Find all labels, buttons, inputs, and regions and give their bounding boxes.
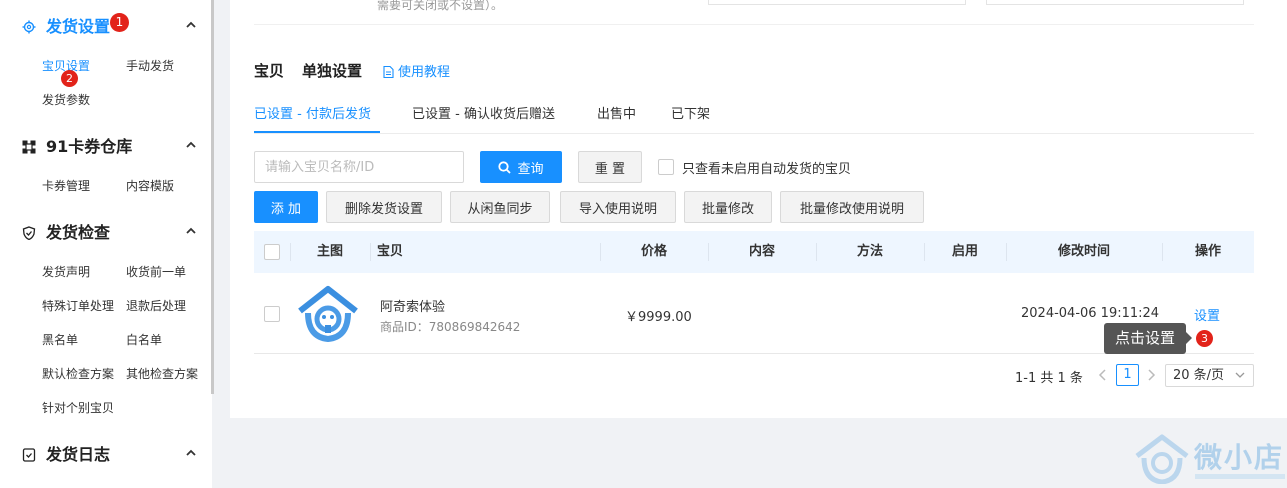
sidebar-item-card-management[interactable]: 卡券管理 <box>42 178 90 194</box>
column-header-actions: 操作 <box>1194 244 1221 259</box>
chevron-right-icon[interactable] <box>1145 368 1157 382</box>
sidebar-item-delivery-params[interactable]: 发货参数 <box>42 92 90 108</box>
step-badge: 2 <box>61 70 78 87</box>
page-title: 单独设置 <box>302 62 363 80</box>
page-title-item: 宝贝 <box>254 62 285 80</box>
column-header-method: 方法 <box>856 244 883 259</box>
tooltip: 点击设置 <box>1104 323 1186 354</box>
sidebar-section-card-warehouse[interactable]: 91卡券仓库 <box>22 136 197 158</box>
sidebar-item-per-item[interactable]: 针对个别宝贝 <box>42 400 114 416</box>
sidebar-item-post-refund[interactable]: 退款后处理 <box>126 298 186 314</box>
tooltip-arrow <box>1186 332 1192 344</box>
sidebar-section-title: 发货日志 <box>46 445 111 464</box>
tab-paid-delivery[interactable]: 已设置 - 付款后发货 <box>254 103 371 122</box>
tab-confirm-receipt-gift[interactable]: 已设置 - 确认收货后赠送 <box>412 103 555 122</box>
item-id: 商品ID：780869842642 <box>380 320 521 334</box>
shield-icon <box>22 226 36 240</box>
chevron-up-icon[interactable] <box>185 19 197 31</box>
column-header-image: 主图 <box>316 244 343 259</box>
divider <box>254 24 1254 25</box>
sidebar-section-title: 发货设置 <box>46 17 111 36</box>
watermark-logo <box>1135 434 1189 484</box>
sidebar-section-delivery-check[interactable]: 发货检查 <box>22 222 197 244</box>
log-icon <box>22 448 36 462</box>
query-button[interactable]: 查询 <box>480 151 562 183</box>
column-header-item: 宝贝 <box>376 244 403 259</box>
select-all-checkbox[interactable] <box>264 244 280 260</box>
sidebar-item-special-orders[interactable]: 特殊订单处理 <box>42 298 114 314</box>
tab-on-sale[interactable]: 出售中 <box>597 103 636 122</box>
watermark-text: 微小店 <box>1194 441 1285 474</box>
grid-icon <box>22 140 36 154</box>
item-name[interactable]: 阿奇索体验 <box>380 296 445 315</box>
table-header: 主图 宝贝 价格 内容 方法 启用 修改时间 操作 <box>254 231 1254 273</box>
chevron-up-icon[interactable] <box>185 447 197 459</box>
sidebar-item-default-check[interactable]: 默认检查方案 <box>42 366 114 382</box>
sidebar: 发货设置 1 宝贝设置 2 手动发货 发货参数 91卡券仓库 卡券管理 内容模版… <box>0 0 212 488</box>
tabs-divider <box>254 133 1254 134</box>
sidebar-item-whitelist[interactable]: 白名单 <box>126 332 162 348</box>
sidebar-section-title: 发货检查 <box>46 223 111 242</box>
sidebar-section-delivery-log[interactable]: 发货日志 <box>22 444 197 466</box>
tutorial-label: 使用教程 <box>398 65 451 80</box>
chevron-up-icon[interactable] <box>185 225 197 237</box>
column-header-content: 内容 <box>748 244 775 259</box>
top-field-left[interactable] <box>708 0 966 5</box>
add-button[interactable]: 添 加 <box>254 191 318 223</box>
sidebar-item-manual-delivery[interactable]: 手动发货 <box>126 58 174 74</box>
tutorial-link[interactable]: 使用教程 <box>383 61 450 80</box>
top-field-right[interactable] <box>986 0 1244 5</box>
step-badge: 3 <box>1196 330 1213 347</box>
sidebar-item-pre-receipt-order[interactable]: 收货前一单 <box>126 264 186 280</box>
gear-icon <box>22 20 36 34</box>
search-icon <box>498 160 512 174</box>
filter-label: 只查看未启用自动发货的宝贝 <box>682 162 852 177</box>
chevron-down-icon <box>1235 372 1245 378</box>
product-thumbnail <box>298 286 358 343</box>
reset-button[interactable]: 重 置 <box>578 151 642 183</box>
tab-off-shelf[interactable]: 已下架 <box>671 103 710 122</box>
query-label: 查询 <box>517 161 544 177</box>
chevron-left-icon[interactable] <box>1097 368 1109 382</box>
document-icon <box>383 65 394 79</box>
page-size-select[interactable]: 20 条/页 <box>1165 364 1254 387</box>
page-button-current[interactable]: 1 <box>1116 364 1139 386</box>
notification-badge: 1 <box>110 13 129 32</box>
settings-link[interactable]: 设置 <box>1194 305 1220 324</box>
column-header-modified: 修改时间 <box>1057 244 1110 259</box>
delete-settings-button[interactable]: 删除发货设置 <box>326 191 442 223</box>
sidebar-item-content-template[interactable]: 内容模版 <box>126 178 174 194</box>
search-input[interactable] <box>254 151 464 183</box>
main-card: 需要可关闭或不设置）。 宝贝 单独设置 使用教程 已设置 - 付款后发货 已设置… <box>230 0 1287 418</box>
chevron-up-icon[interactable] <box>185 139 197 151</box>
column-header-enabled: 启用 <box>951 244 978 259</box>
active-tab-indicator <box>254 131 380 133</box>
filter-checkbox[interactable] <box>658 159 674 175</box>
watermark-underline <box>1195 474 1285 479</box>
sidebar-item-delivery-statement[interactable]: 发货声明 <box>42 264 90 280</box>
batch-edit-button[interactable]: 批量修改 <box>684 191 772 223</box>
sidebar-item-blacklist[interactable]: 黑名单 <box>42 332 78 348</box>
item-price: ￥9999.00 <box>625 310 692 325</box>
sync-xianyu-button[interactable]: 从闲鱼同步 <box>450 191 550 223</box>
pagination-summary: 1-1 共 1 条 <box>1015 371 1083 386</box>
row-checkbox[interactable] <box>264 306 280 322</box>
sidebar-scrollbar[interactable] <box>211 0 214 394</box>
top-note: 需要可关闭或不设置）。 <box>377 0 504 12</box>
batch-edit-instructions-button[interactable]: 批量修改使用说明 <box>780 191 924 223</box>
modified-time: 2024-04-06 19:11:24 <box>1021 306 1160 321</box>
sidebar-item-other-check[interactable]: 其他检查方案 <box>126 366 198 382</box>
column-header-price: 价格 <box>640 244 667 259</box>
sidebar-section-title: 91卡券仓库 <box>46 137 133 156</box>
page-size-value: 20 条/页 <box>1173 368 1225 383</box>
import-instructions-button[interactable]: 导入使用说明 <box>560 191 676 223</box>
